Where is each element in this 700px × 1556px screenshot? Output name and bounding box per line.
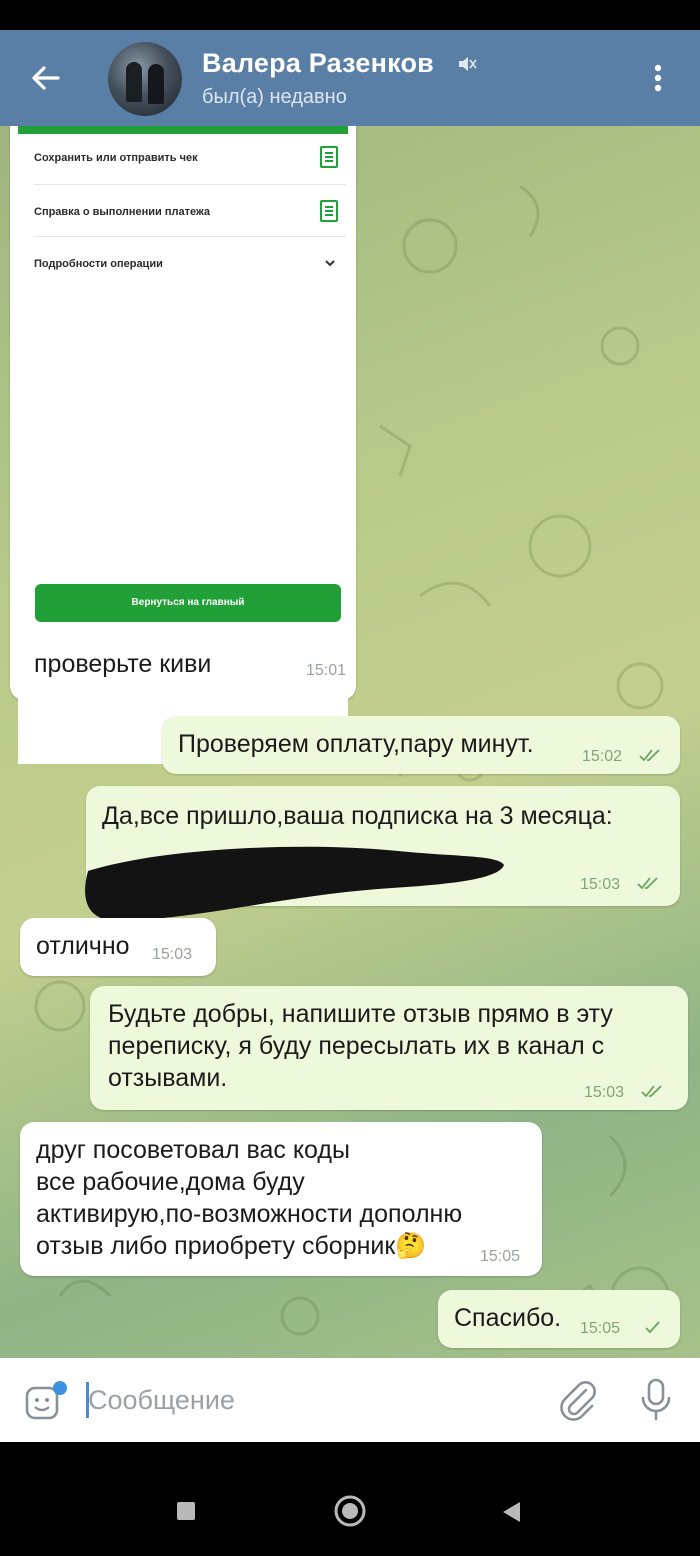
receipt-details-row: Подробности операции — [34, 258, 163, 270]
message-text: проверьте киви — [34, 650, 212, 678]
receipt-certificate-row: Справка о выполнении платежа — [34, 206, 211, 218]
message-line: переписку, я буду пересылать их в канал … — [108, 1032, 605, 1060]
message-time: 15:01 — [306, 662, 347, 679]
document-icon — [320, 200, 338, 222]
attach-button[interactable] — [556, 1378, 600, 1427]
contact-name[interactable]: Валера Разенков — [202, 48, 434, 79]
more-vertical-icon — [654, 64, 662, 92]
message-line: друг посоветовал вас коды — [36, 1136, 350, 1164]
microphone-icon — [641, 1378, 671, 1421]
outgoing-message[interactable]: Спасибо. 15:05 — [438, 1290, 680, 1348]
message-composer — [0, 1358, 700, 1442]
emoji-button[interactable] — [24, 1380, 70, 1427]
message-line: отзывами. — [108, 1064, 228, 1092]
contact-status: был(а) недавно — [202, 86, 347, 108]
system-navigation-bar — [0, 1442, 700, 1556]
recent-apps-button[interactable] — [177, 1502, 195, 1520]
message-time: 15:02 — [582, 748, 623, 765]
redaction-scribble — [85, 846, 505, 921]
muted-speaker-icon — [459, 57, 477, 71]
paperclip-icon — [560, 1381, 596, 1421]
chevron-down-icon — [325, 260, 335, 267]
double-check-icon — [637, 877, 658, 890]
message-line: отзыв либо приобрету сборник🤔 — [36, 1232, 427, 1260]
message-line: активирую,по-возможности дополню — [36, 1200, 463, 1228]
back-triangle-icon[interactable] — [500, 1500, 522, 1524]
message-line: Будьте добры, напишите отзыв прямо в эту — [108, 1000, 613, 1028]
arrow-left-icon — [32, 66, 60, 90]
return-home-button: Вернуться на главный — [35, 584, 341, 622]
outgoing-message[interactable]: Будьте добры, напишите отзыв прямо в эту… — [90, 986, 688, 1110]
message-time: 15:03 — [584, 1084, 625, 1101]
document-icon — [320, 146, 338, 168]
message-time: 15:05 — [480, 1248, 521, 1265]
message-text: Да,все пришло,ваша подписка на 3 месяца: — [102, 802, 613, 830]
message-text: Спасибо. — [454, 1304, 562, 1332]
message-time: 15:03 — [580, 876, 621, 893]
message-time: 15:03 — [152, 946, 193, 963]
receipt-image-message[interactable]: Сохранить или отправить чек Справка о вы… — [10, 126, 356, 764]
double-check-icon — [639, 749, 660, 762]
mic-button[interactable] — [636, 1376, 676, 1429]
message-text: отлично — [36, 932, 130, 960]
check-icon — [645, 1321, 660, 1334]
incoming-message[interactable]: отлично 15:03 — [20, 918, 216, 976]
message-time: 15:05 — [580, 1320, 621, 1337]
avatar[interactable] — [108, 42, 182, 116]
sticker-emoji-icon — [25, 1381, 67, 1420]
home-circle-icon[interactable] — [333, 1494, 367, 1528]
message-input[interactable] — [84, 1380, 508, 1420]
message-text: Проверяем оплату,пару минут. — [178, 730, 534, 758]
double-check-icon — [641, 1085, 662, 1098]
menu-button[interactable] — [640, 56, 676, 100]
chat-header: Валера Разенков был(а) недавно — [0, 30, 700, 126]
chat-area[interactable]: Сохранить или отправить чек Справка о вы… — [0, 126, 700, 1358]
incoming-message[interactable]: друг посоветовал вас коды все рабочие,до… — [20, 1122, 542, 1276]
message-line: все рабочие,дома буду — [36, 1168, 305, 1196]
outgoing-message[interactable]: Проверяем оплату,пару минут. 15:02 — [162, 716, 680, 774]
back-button[interactable] — [22, 56, 70, 100]
status-bar — [0, 0, 700, 30]
receipt-save-row: Сохранить или отправить чек — [34, 152, 198, 164]
